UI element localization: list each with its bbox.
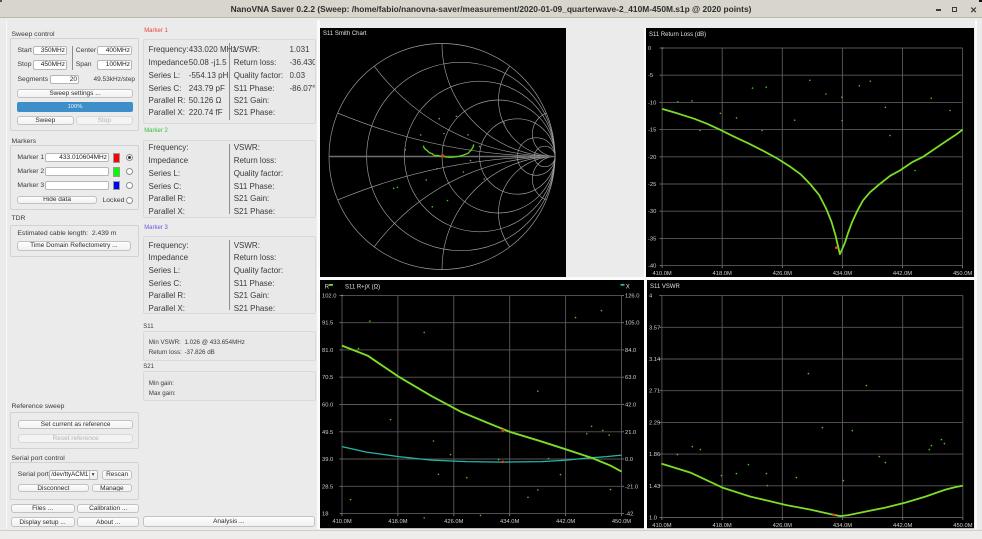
svg-text:434.0M: 434.0M — [833, 271, 852, 277]
svg-text:28.5: 28.5 — [322, 485, 333, 491]
svg-text:2.29: 2.29 — [649, 421, 660, 427]
svg-text:410.0M: 410.0M — [652, 523, 671, 528]
svg-text:418.0M: 418.0M — [388, 519, 407, 525]
svg-text:1.86: 1.86 — [649, 452, 660, 458]
svg-text:1.43: 1.43 — [649, 484, 660, 490]
svg-text:0.0: 0.0 — [624, 457, 632, 463]
svg-text:-42: -42 — [624, 512, 632, 518]
svg-text:450.0M: 450.0M — [953, 271, 972, 277]
svg-text:3.57: 3.57 — [649, 326, 660, 332]
svg-text:18: 18 — [322, 512, 328, 518]
svg-text:21.0: 21.0 — [624, 430, 635, 436]
svg-text:-21.0: -21.0 — [624, 485, 637, 491]
svg-text:418.0M: 418.0M — [712, 271, 731, 277]
svg-text:450.0M: 450.0M — [953, 523, 972, 528]
svg-text:91.5: 91.5 — [322, 321, 333, 327]
svg-text:84.0: 84.0 — [624, 348, 635, 354]
svg-text:39.0: 39.0 — [322, 457, 333, 463]
svg-text:102.0: 102.0 — [322, 294, 336, 300]
svg-text:1.0: 1.0 — [649, 516, 657, 522]
svg-text:42.0: 42.0 — [624, 403, 635, 409]
svg-text:S11 Smith Chart: S11 Smith Chart — [323, 30, 367, 36]
svg-text:-5: -5 — [648, 73, 653, 79]
svg-text:442.0M: 442.0M — [555, 519, 574, 525]
svg-text:450.0M: 450.0M — [611, 519, 630, 525]
svg-text:S11 R+jX (Ω): S11 R+jX (Ω) — [345, 285, 380, 291]
svg-text:-40: -40 — [648, 263, 656, 269]
svg-text:-30: -30 — [648, 209, 656, 215]
svg-text:442.0M: 442.0M — [893, 271, 912, 277]
svg-text:X: X — [625, 285, 629, 291]
svg-text:0: 0 — [648, 45, 651, 51]
svg-text:S11 Return Loss (dB): S11 Return Loss (dB) — [649, 31, 706, 37]
svg-text:418.0M: 418.0M — [712, 523, 731, 528]
svg-text:2.71: 2.71 — [649, 389, 660, 395]
svg-text:434.0M: 434.0M — [832, 523, 851, 528]
svg-text:426.0M: 426.0M — [773, 271, 792, 277]
svg-text:126.0: 126.0 — [624, 294, 638, 300]
svg-text:-35: -35 — [648, 236, 656, 242]
svg-text:60.0: 60.0 — [322, 403, 333, 409]
svg-text:434.0M: 434.0M — [500, 519, 519, 525]
svg-text:410.0M: 410.0M — [332, 519, 351, 525]
svg-text:-20: -20 — [648, 154, 656, 160]
svg-text:3.14: 3.14 — [649, 357, 661, 363]
svg-text:-15: -15 — [648, 127, 656, 133]
svg-text:426.0M: 426.0M — [444, 519, 463, 525]
svg-text:-25: -25 — [648, 181, 656, 187]
svg-text:49.5: 49.5 — [322, 430, 333, 436]
svg-text:70.5: 70.5 — [322, 376, 333, 382]
svg-text:442.0M: 442.0M — [893, 523, 912, 528]
svg-text:105.0: 105.0 — [624, 321, 638, 327]
svg-text:S11 VSWR: S11 VSWR — [650, 284, 680, 290]
svg-text:-10: -10 — [648, 100, 656, 106]
svg-text:63.0: 63.0 — [624, 376, 635, 382]
svg-text:R: R — [324, 285, 329, 291]
svg-text:426.0M: 426.0M — [772, 523, 791, 528]
svg-text:81.0: 81.0 — [322, 348, 333, 354]
svg-text:410.0M: 410.0M — [652, 271, 671, 277]
